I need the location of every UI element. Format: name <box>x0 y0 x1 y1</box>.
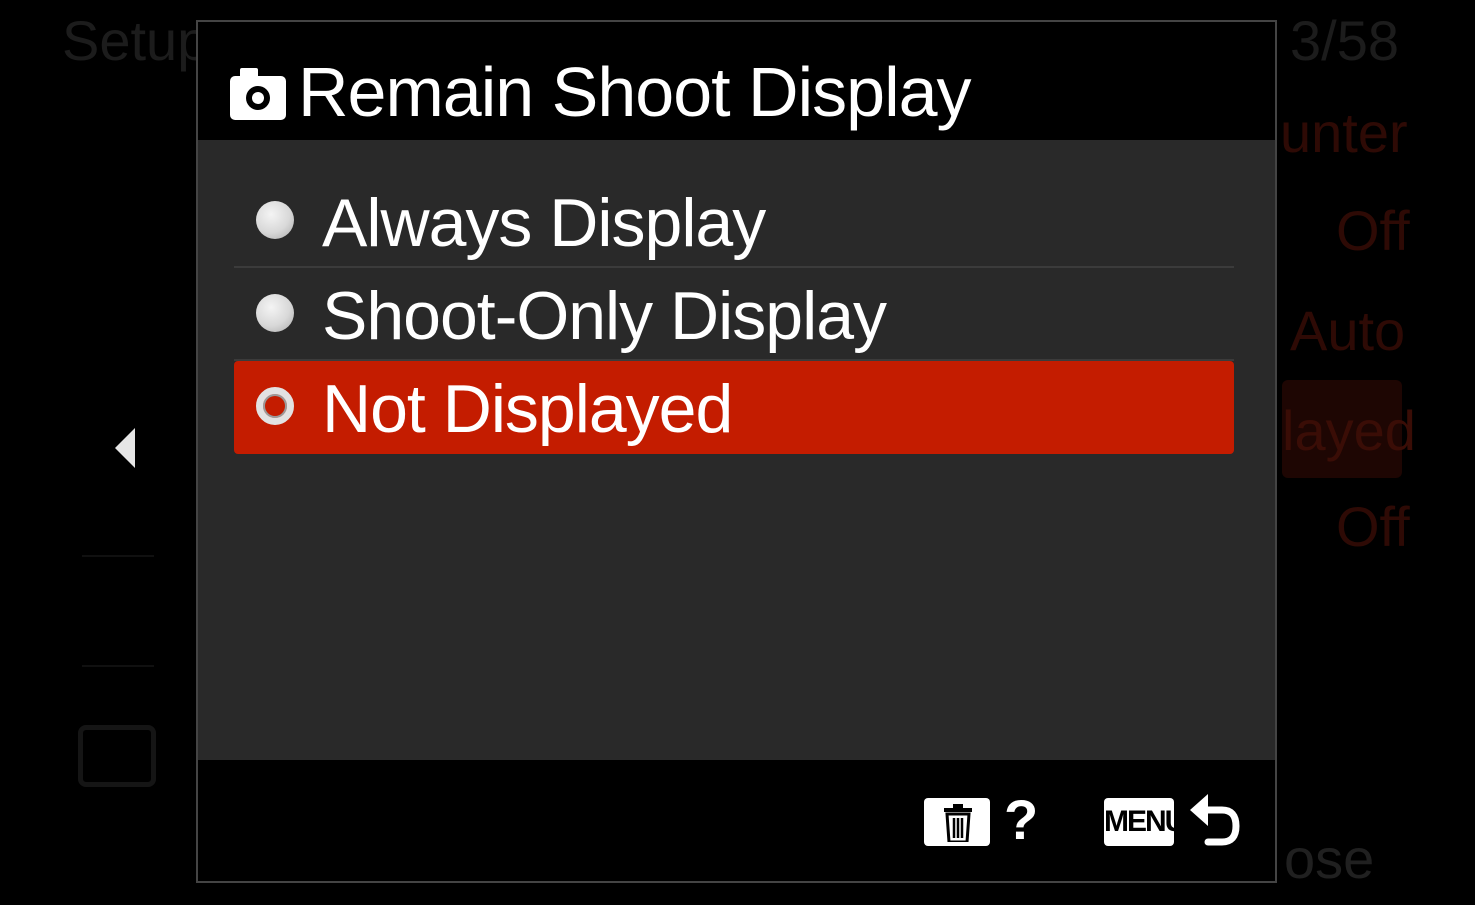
camera-icon <box>230 68 286 120</box>
bg-value-3: Auto <box>1290 299 1406 362</box>
bg-value-1: unter <box>1280 101 1408 164</box>
remain-shoot-display-dialog: Remain Shoot Display Always Display Shoo… <box>196 20 1277 883</box>
option-always-display[interactable]: Always Display <box>234 175 1234 268</box>
radio-selected-icon <box>256 387 294 425</box>
bg-divider <box>82 665 154 667</box>
dialog-body: Always Display Shoot-Only Display Not Di… <box>198 140 1275 760</box>
option-label: Shoot-Only Display <box>322 278 887 354</box>
toolbox-icon <box>78 725 156 787</box>
trash-icon <box>944 804 972 842</box>
bg-divider <box>82 555 154 557</box>
menu-button[interactable]: MENU <box>1104 798 1186 846</box>
option-shoot-only-display[interactable]: Shoot-Only Display <box>234 268 1234 361</box>
bg-value-5: Off <box>1336 495 1410 558</box>
radio-unselected-icon <box>256 294 294 332</box>
dialog-footer: ? MENU <box>198 760 1275 881</box>
option-label: Not Displayed <box>322 371 733 447</box>
bg-bottom-label: ose <box>1284 827 1375 890</box>
bg-header-label: Setup <box>62 9 209 72</box>
delete-button[interactable] <box>924 798 990 846</box>
bg-page-counter: 3/58 <box>1290 9 1399 72</box>
dialog-header: Remain Shoot Display <box>198 22 1275 140</box>
bg-value-2: Off <box>1336 199 1410 262</box>
radio-unselected-icon <box>256 201 294 239</box>
option-not-displayed[interactable]: Not Displayed <box>234 361 1234 454</box>
option-list: Always Display Shoot-Only Display Not Di… <box>234 175 1234 454</box>
return-icon[interactable] <box>1188 790 1242 850</box>
help-button[interactable]: ? <box>1004 790 1038 850</box>
left-arrow-icon[interactable] <box>115 428 135 468</box>
bg-value-4: layed <box>1282 399 1416 462</box>
dialog-title: Remain Shoot Display <box>298 53 972 131</box>
option-label: Always Display <box>322 185 766 261</box>
